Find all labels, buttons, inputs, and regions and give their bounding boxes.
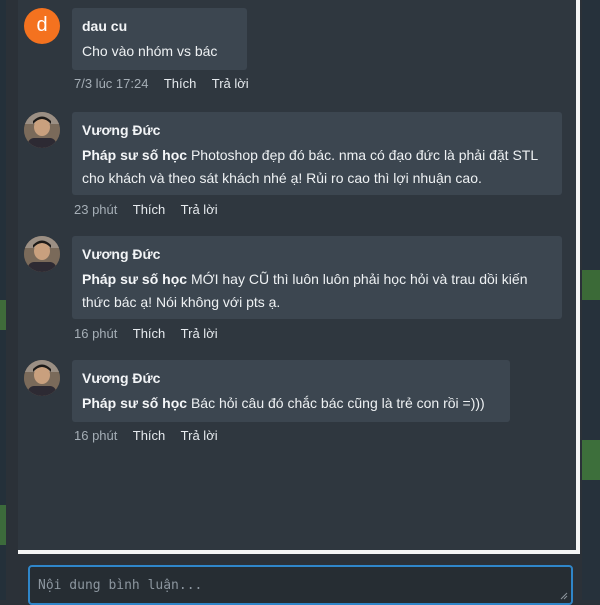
background-right-edge [582, 0, 600, 600]
mention-tag[interactable]: Pháp sư số học [82, 147, 187, 163]
comment-meta: 16 phút Thích Trả lời [74, 326, 230, 341]
reply-button[interactable]: Trả lời [181, 202, 218, 217]
avatar[interactable] [24, 236, 60, 272]
comment-bubble: Vương Đức Pháp sư số học Bác hỏi câu đó … [72, 360, 510, 422]
comment-meta: 23 phút Thích Trả lời [74, 202, 230, 217]
comment-text: Pháp sư số học Photoshop đẹp đó bác. nma… [82, 144, 552, 190]
comment-author[interactable]: Vương Đức [82, 120, 552, 140]
mention-tag[interactable]: Pháp sư số học [82, 395, 187, 411]
comment-text: Cho vào nhóm vs bác [82, 40, 237, 63]
comment-meta: 16 phút Thích Trả lời [74, 428, 230, 443]
comment-text: Pháp sư số học Bác hỏi câu đó chắc bác c… [82, 392, 500, 415]
comment-meta: 7/3 lúc 17:24 Thích Trả lời [74, 76, 261, 91]
comment-bubble: Vương Đức Pháp sư số học Photoshop đẹp đ… [72, 112, 562, 195]
user-photo-icon [24, 236, 60, 272]
like-button[interactable]: Thích [133, 428, 166, 443]
user-photo-icon [24, 360, 60, 396]
like-button[interactable]: Thích [133, 326, 166, 341]
avatar[interactable]: d [24, 8, 60, 44]
comment-bubble: Vương Đức Pháp sư số học MỚI hay CŨ thì … [72, 236, 562, 319]
comment-author[interactable]: dau cu [82, 16, 237, 36]
mention-tag[interactable]: Pháp sư số học [82, 271, 187, 287]
comment-bubble: dau cu Cho vào nhóm vs bác [72, 8, 247, 70]
reply-button[interactable]: Trả lời [212, 76, 249, 91]
reply-button[interactable]: Trả lời [181, 428, 218, 443]
comment-body: Cho vào nhóm vs bác [82, 43, 218, 59]
like-button[interactable]: Thích [133, 202, 166, 217]
avatar[interactable] [24, 112, 60, 148]
resize-handle-icon[interactable] [560, 592, 568, 600]
comment-body: Bác hỏi câu đó chắc bác cũng là trẻ con … [190, 395, 485, 411]
comment-time[interactable]: 7/3 lúc 17:24 [74, 76, 148, 91]
background-left-edge [0, 0, 6, 600]
comment-time[interactable]: 23 phút [74, 202, 117, 217]
comment-text: Pháp sư số học MỚI hay CŨ thì luôn luôn … [82, 268, 552, 314]
comment-time[interactable]: 16 phút [74, 326, 117, 341]
comments-panel: d dau cu Cho vào nhóm vs bác 7/3 lúc 17:… [18, 0, 580, 554]
comment-time[interactable]: 16 phút [74, 428, 117, 443]
comment-author[interactable]: Vương Đức [82, 368, 500, 388]
comment-author[interactable]: Vương Đức [82, 244, 552, 264]
comment-input-box [28, 565, 573, 605]
user-photo-icon [24, 112, 60, 148]
like-button[interactable]: Thích [164, 76, 197, 91]
comment-input[interactable] [30, 567, 571, 603]
reply-button[interactable]: Trả lời [181, 326, 218, 341]
avatar[interactable] [24, 360, 60, 396]
